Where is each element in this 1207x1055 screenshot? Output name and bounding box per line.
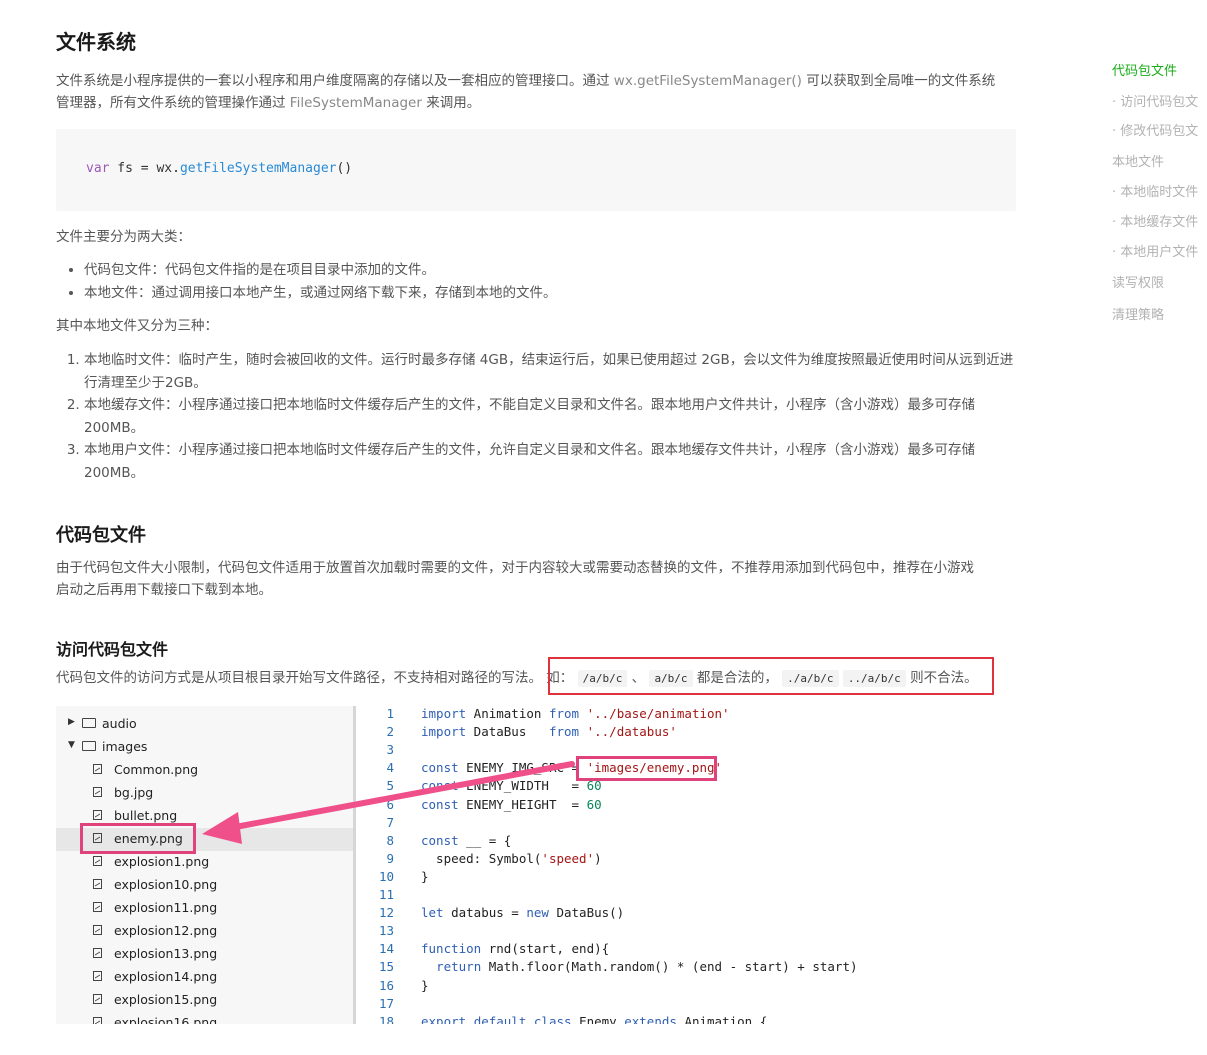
image-file-icon <box>93 787 102 797</box>
code-line: var fs = wx.getFileSystemManager() <box>86 161 352 176</box>
line-number: 2 <box>386 724 394 740</box>
folder-open-icon <box>82 741 96 751</box>
folder-icon <box>82 718 96 728</box>
intro-paragraph: 文件系统是小程序提供的一套以小程序和用户维度隔离的存储以及一套相应的管理接口。通… <box>56 70 1016 114</box>
tree-label: bullet.png <box>114 808 178 823</box>
image-file-icon <box>93 994 102 1004</box>
list-item: 本地用户文件：小程序通过接口把本地临时文件缓存后产生的文件，允许自定义目录和文件… <box>84 439 1016 484</box>
image-file-icon <box>93 902 102 912</box>
list-item: 代码包文件：代码包文件指的是在项目目录中添加的文件。 <box>84 259 557 282</box>
tree-label: explosion10.png <box>114 877 218 892</box>
line-code: function rnd(start, end){ <box>421 941 610 957</box>
toc-item[interactable]: · 本地缓存文件 <box>1112 211 1198 230</box>
toc-item[interactable]: 代码包文件 <box>1112 60 1177 79</box>
tree-label: explosion1.png <box>114 854 210 869</box>
toc-item[interactable]: · 本地用户文件 <box>1112 241 1198 260</box>
tree-label: images <box>102 739 148 754</box>
code-package-desc: 由于代码包文件大小限制，代码包文件适用于放置首次加载时需要的文件，对于内容较大或… <box>56 557 1016 601</box>
image-file-icon <box>93 971 102 981</box>
image-file-icon <box>93 948 102 958</box>
code-text-end: () <box>336 161 353 176</box>
access-desc-text: 代码包文件的访问方式是从项目根目录开始写文件路径，不支持相对路径的写法。 <box>56 670 542 686</box>
tree-file[interactable]: explosion15.png <box>56 989 353 1012</box>
toc-item[interactable]: · 本地临时文件 <box>1112 181 1198 200</box>
image-file-icon <box>93 1017 102 1024</box>
section-title-file-system: 文件系统 <box>56 30 136 54</box>
toc-item[interactable]: · 访问代码包文 <box>1112 91 1198 110</box>
link-file-system-manager[interactable]: FileSystemManager <box>290 95 422 111</box>
line-code: import DataBus from '../databus' <box>421 724 677 740</box>
types-intro: 文件主要分为两大类： <box>56 229 191 245</box>
line-number: 11 <box>378 887 394 902</box>
tree-label: audio <box>102 716 137 731</box>
tree-label: bg.jpg <box>114 785 154 800</box>
list-item: 本地临时文件：临时产生，随时会被回收的文件。运行时最多存储 4GB，结束运行后，… <box>84 349 1016 394</box>
tree-label: explosion11.png <box>114 900 218 915</box>
highlight-box-paths <box>548 657 994 695</box>
intro-text-b: 可以获取到全局唯一的文件系统 <box>801 73 996 89</box>
intro-text-c: 管理器，所有文件系统的管理操作通过 <box>56 95 290 111</box>
code-keyword: var <box>86 161 110 176</box>
tree-label: explosion16.png <box>114 1015 218 1024</box>
code-text: fs = wx. <box>109 161 180 176</box>
desc-line-2: 启动之后再用下载接口下载到本地。 <box>56 582 272 598</box>
line-code: } <box>421 868 429 884</box>
file-types-list: 代码包文件：代码包文件指的是在项目目录中添加的文件。 本地文件：通过调用接口本地… <box>56 259 557 305</box>
line-number: 17 <box>378 995 394 1011</box>
line-code: let databus = new DataBus() <box>421 905 625 921</box>
line-number: 16 <box>378 977 394 993</box>
tree-file[interactable]: explosion11.png <box>56 897 353 920</box>
tree-folder-audio[interactable]: ▶ audio <box>56 713 353 736</box>
tree-label: explosion12.png <box>114 923 218 938</box>
desc-line-1: 由于代码包文件大小限制，代码包文件适用于放置首次加载时需要的文件，对于内容较大或… <box>56 560 974 576</box>
line-number: 13 <box>378 923 394 939</box>
code-block: var fs = wx.getFileSystemManager() <box>56 129 1016 211</box>
line-number: 9 <box>386 850 394 866</box>
image-file-icon <box>93 764 102 774</box>
line-code: export default class Enemy extends Anima… <box>421 1013 768 1024</box>
local-types-intro: 其中本地文件又分为三种： <box>56 318 218 334</box>
line-number: 14 <box>378 941 394 957</box>
tree-file[interactable]: explosion12.png <box>56 920 353 943</box>
tree-file[interactable]: explosion10.png <box>56 874 353 897</box>
chevron-right-icon[interactable]: ▶ <box>68 717 75 727</box>
line-number: 15 <box>378 959 394 975</box>
image-file-icon <box>93 856 102 866</box>
intro-text-d: 来调用。 <box>421 95 481 111</box>
line-number: 12 <box>378 905 394 921</box>
section-title-code-package: 代码包文件 <box>56 525 146 546</box>
section-title-access-code-package: 访问代码包文件 <box>56 640 169 659</box>
toc-item[interactable]: 清理策略 <box>1112 304 1164 323</box>
line-code: import Animation from '../base/animation… <box>421 706 730 721</box>
intro-text-a: 文件系统是小程序提供的一套以小程序和用户维度隔离的存储以及一套相应的管理接口。通… <box>56 73 614 89</box>
code-function: getFileSystemManager <box>179 161 337 176</box>
toc-item[interactable]: 本地文件 <box>1112 151 1164 170</box>
line-number: 18 <box>378 1013 394 1024</box>
tree-file[interactable]: explosion14.png <box>56 966 353 989</box>
toc-item[interactable]: · 修改代码包文 <box>1112 120 1198 139</box>
image-file-icon <box>93 810 102 820</box>
tree-label: explosion13.png <box>114 946 218 961</box>
tree-label: Common.png <box>114 762 199 777</box>
line-code: speed: Symbol('speed') <box>421 850 602 866</box>
local-types-list: 本地临时文件：临时产生，随时会被回收的文件。运行时最多存储 4GB，结束运行后，… <box>56 349 1016 484</box>
tree-file[interactable]: explosion13.png <box>56 943 353 966</box>
chevron-down-icon[interactable]: ▼ <box>68 740 75 750</box>
link-get-file-system-manager[interactable]: wx.getFileSystemManager() <box>614 73 802 89</box>
tree-file[interactable]: explosion1.png <box>56 851 353 874</box>
line-code: return Math.floor(Math.random() * (end -… <box>436 959 858 975</box>
image-file-icon <box>93 879 102 889</box>
tree-label: explosion15.png <box>114 992 218 1007</box>
tree-label: explosion14.png <box>114 969 218 984</box>
line-number: 10 <box>378 868 394 884</box>
line-number: 1 <box>386 706 394 721</box>
image-file-icon <box>93 925 102 935</box>
list-item: 本地文件：通过调用接口本地产生，或通过网络下载下来，存储到本地的文件。 <box>84 282 557 305</box>
toc-item[interactable]: 读写权限 <box>1112 272 1164 291</box>
line-code: } <box>421 977 429 993</box>
tree-file[interactable]: explosion16.png <box>56 1012 353 1024</box>
list-item: 本地缓存文件：小程序通过接口把本地临时文件缓存后产生的文件，不能自定义目录和文件… <box>84 394 1016 439</box>
highlight-box-enemy-file <box>80 823 196 854</box>
arrow-icon <box>202 761 575 844</box>
